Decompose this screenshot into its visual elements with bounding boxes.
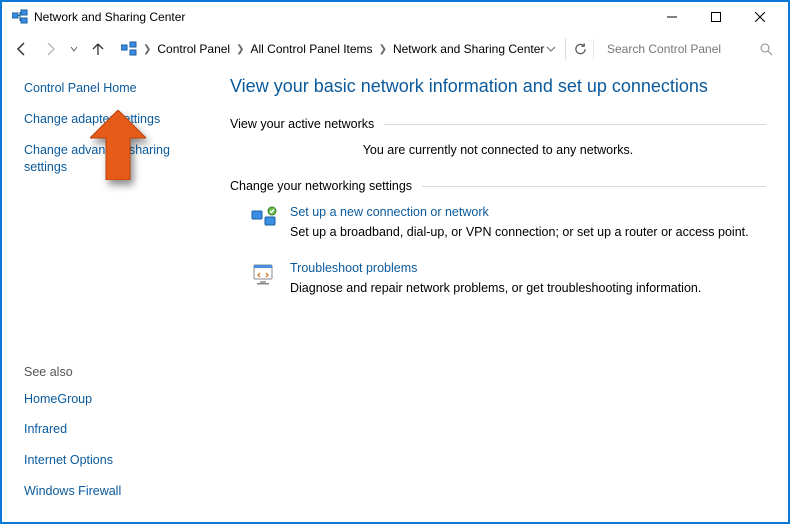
minimize-button[interactable] (650, 3, 694, 31)
address-row: ❯ Control Panel ❯ All Control Panel Item… (2, 32, 788, 66)
section-active-networks: View your active networks (230, 117, 766, 131)
close-button[interactable] (738, 3, 782, 31)
troubleshoot-icon (250, 261, 278, 289)
section-change-settings: Change your networking settings (230, 179, 766, 193)
option-link[interactable]: Set up a new connection or network (290, 205, 749, 219)
sidebar-link-change-adapter[interactable]: Change adapter settings (24, 111, 194, 128)
address-bar[interactable]: ❯ Control Panel ❯ All Control Panel Item… (114, 37, 561, 61)
chevron-right-icon[interactable]: ❯ (139, 44, 155, 55)
search-box[interactable] (600, 37, 780, 61)
option-setup-connection: Set up a new connection or network Set u… (230, 199, 766, 255)
see-also-header: See also (24, 365, 194, 379)
breadcrumb-item[interactable]: All Control Panel Items (249, 42, 375, 56)
option-desc: Diagnose and repair network problems, or… (290, 281, 701, 295)
network-center-icon (12, 9, 28, 25)
sidebar-link-advanced-sharing[interactable]: Change advanced sharing settings (24, 142, 194, 176)
window-title: Network and Sharing Center (34, 10, 650, 24)
option-desc: Set up a broadband, dial-up, or VPN conn… (290, 225, 749, 239)
see-also-homegroup[interactable]: HomeGroup (24, 391, 194, 408)
breadcrumb-item[interactable]: Network and Sharing Center (391, 42, 546, 56)
page-title: View your basic network information and … (230, 76, 766, 97)
option-link[interactable]: Troubleshoot problems (290, 261, 701, 275)
recent-locations-button[interactable] (66, 45, 82, 53)
option-troubleshoot: Troubleshoot problems Diagnose and repai… (230, 255, 766, 311)
see-also-internet-options[interactable]: Internet Options (24, 452, 194, 469)
see-also-windows-firewall[interactable]: Windows Firewall (24, 483, 194, 500)
search-icon[interactable] (760, 43, 773, 56)
refresh-button[interactable] (565, 38, 587, 60)
setup-connection-icon (250, 205, 278, 233)
window-controls (650, 3, 782, 31)
body: Control Panel Home Change adapter settin… (2, 66, 788, 522)
divider (384, 124, 766, 125)
forward-button[interactable] (38, 37, 62, 61)
divider (422, 186, 766, 187)
no-networks-message: You are currently not connected to any n… (230, 137, 766, 179)
section-label: View your active networks (230, 117, 384, 131)
search-input[interactable] (607, 42, 773, 56)
chevron-right-icon[interactable]: ❯ (232, 44, 248, 55)
up-button[interactable] (86, 37, 110, 61)
main-content: View your basic network information and … (202, 66, 788, 522)
maximize-button[interactable] (694, 3, 738, 31)
sidebar: Control Panel Home Change adapter settin… (2, 66, 202, 522)
title-bar: Network and Sharing Center (2, 2, 788, 32)
breadcrumb-item[interactable]: Control Panel (155, 42, 232, 56)
divider (593, 39, 594, 59)
address-dropdown-button[interactable] (546, 44, 556, 54)
network-center-icon (121, 41, 137, 57)
sidebar-link-home[interactable]: Control Panel Home (24, 80, 194, 97)
section-label: Change your networking settings (230, 179, 422, 193)
back-button[interactable] (10, 37, 34, 61)
see-also-infrared[interactable]: Infrared (24, 421, 194, 438)
chevron-right-icon[interactable]: ❯ (375, 44, 391, 55)
